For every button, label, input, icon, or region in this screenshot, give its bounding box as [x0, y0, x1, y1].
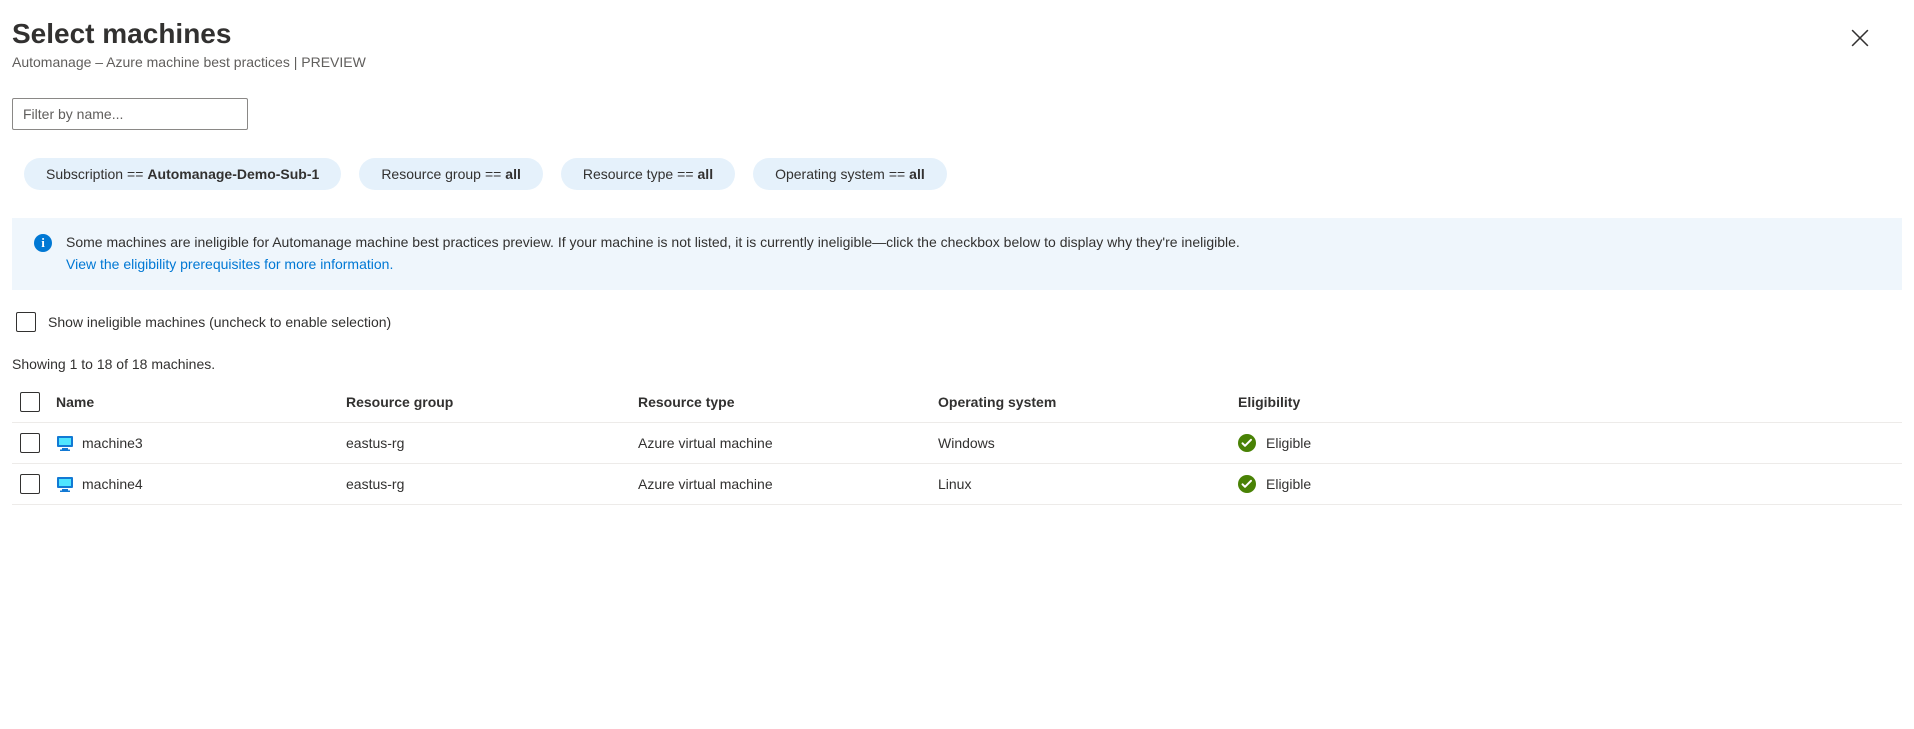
cell-name[interactable]: machine3 [56, 434, 346, 452]
cell-eligibility: Eligible [1238, 434, 1902, 452]
vm-icon [56, 434, 74, 452]
pill-op: == [485, 166, 501, 182]
cell-eligibility: Eligible [1238, 475, 1902, 493]
col-name[interactable]: Name [56, 394, 346, 410]
select-machines-panel: Select machines Automanage – Azure machi… [0, 0, 1914, 505]
table-row: machine3 eastus-rg Azure virtual machine… [12, 423, 1902, 464]
col-operating-system[interactable]: Operating system [938, 394, 1238, 410]
show-ineligible-checkbox[interactable] [16, 312, 36, 332]
info-message: Some machines are ineligible for Automan… [66, 234, 1240, 250]
page-title: Select machines [12, 16, 1902, 52]
cell-os: Linux [938, 476, 1238, 492]
pill-value: all [505, 166, 521, 182]
row-checkbox[interactable] [20, 433, 40, 453]
cell-name[interactable]: machine4 [56, 475, 346, 493]
col-eligibility[interactable]: Eligibility [1238, 394, 1902, 410]
pill-value: all [698, 166, 714, 182]
check-circle-icon [1238, 475, 1256, 493]
eligibility-text: Eligible [1266, 435, 1311, 451]
machine-name: machine3 [82, 435, 143, 451]
col-resource-group[interactable]: Resource group [346, 394, 638, 410]
col-resource-type[interactable]: Resource type [638, 394, 938, 410]
eligibility-text: Eligible [1266, 476, 1311, 492]
table-row: machine4 eastus-rg Azure virtual machine… [12, 464, 1902, 505]
info-text: Some machines are ineligible for Automan… [66, 232, 1240, 275]
table-header: Name Resource group Resource type Operat… [12, 382, 1902, 423]
close-button[interactable] [1846, 24, 1874, 52]
filter-input[interactable] [12, 98, 248, 130]
cell-os: Windows [938, 435, 1238, 451]
filter-pills: Subscription == Automanage-Demo-Sub-1 Re… [12, 158, 1902, 190]
info-banner: i Some machines are ineligible for Autom… [12, 218, 1902, 289]
machines-table: Name Resource group Resource type Operat… [12, 382, 1902, 505]
filter-pill-operating-system[interactable]: Operating system == all [753, 158, 947, 190]
pill-op: == [127, 166, 143, 182]
close-icon [1851, 29, 1869, 47]
filter-pill-resource-type[interactable]: Resource type == all [561, 158, 735, 190]
cell-rt: Azure virtual machine [638, 435, 938, 451]
page-subtitle: Automanage – Azure machine best practice… [12, 54, 1902, 70]
cell-rg: eastus-rg [346, 476, 638, 492]
vm-icon [56, 475, 74, 493]
cell-rt: Azure virtual machine [638, 476, 938, 492]
pill-value: Automanage-Demo-Sub-1 [147, 166, 319, 182]
pill-op: == [677, 166, 693, 182]
row-checkbox[interactable] [20, 474, 40, 494]
filter-pill-subscription[interactable]: Subscription == Automanage-Demo-Sub-1 [24, 158, 341, 190]
pill-value: all [909, 166, 925, 182]
check-circle-icon [1238, 434, 1256, 452]
info-icon: i [34, 234, 52, 252]
show-ineligible-row: Show ineligible machines (uncheck to ena… [12, 312, 1902, 332]
pill-label: Subscription [46, 166, 123, 182]
machine-name: machine4 [82, 476, 143, 492]
filter-pill-resource-group[interactable]: Resource group == all [359, 158, 543, 190]
cell-rg: eastus-rg [346, 435, 638, 451]
results-count: Showing 1 to 18 of 18 machines. [12, 356, 1902, 372]
pill-label: Operating system [775, 166, 885, 182]
pill-op: == [889, 166, 905, 182]
info-link[interactable]: View the eligibility prerequisites for m… [66, 256, 393, 272]
show-ineligible-label: Show ineligible machines (uncheck to ena… [48, 314, 391, 330]
pill-label: Resource group [381, 166, 481, 182]
select-all-checkbox[interactable] [20, 392, 40, 412]
pill-label: Resource type [583, 166, 673, 182]
